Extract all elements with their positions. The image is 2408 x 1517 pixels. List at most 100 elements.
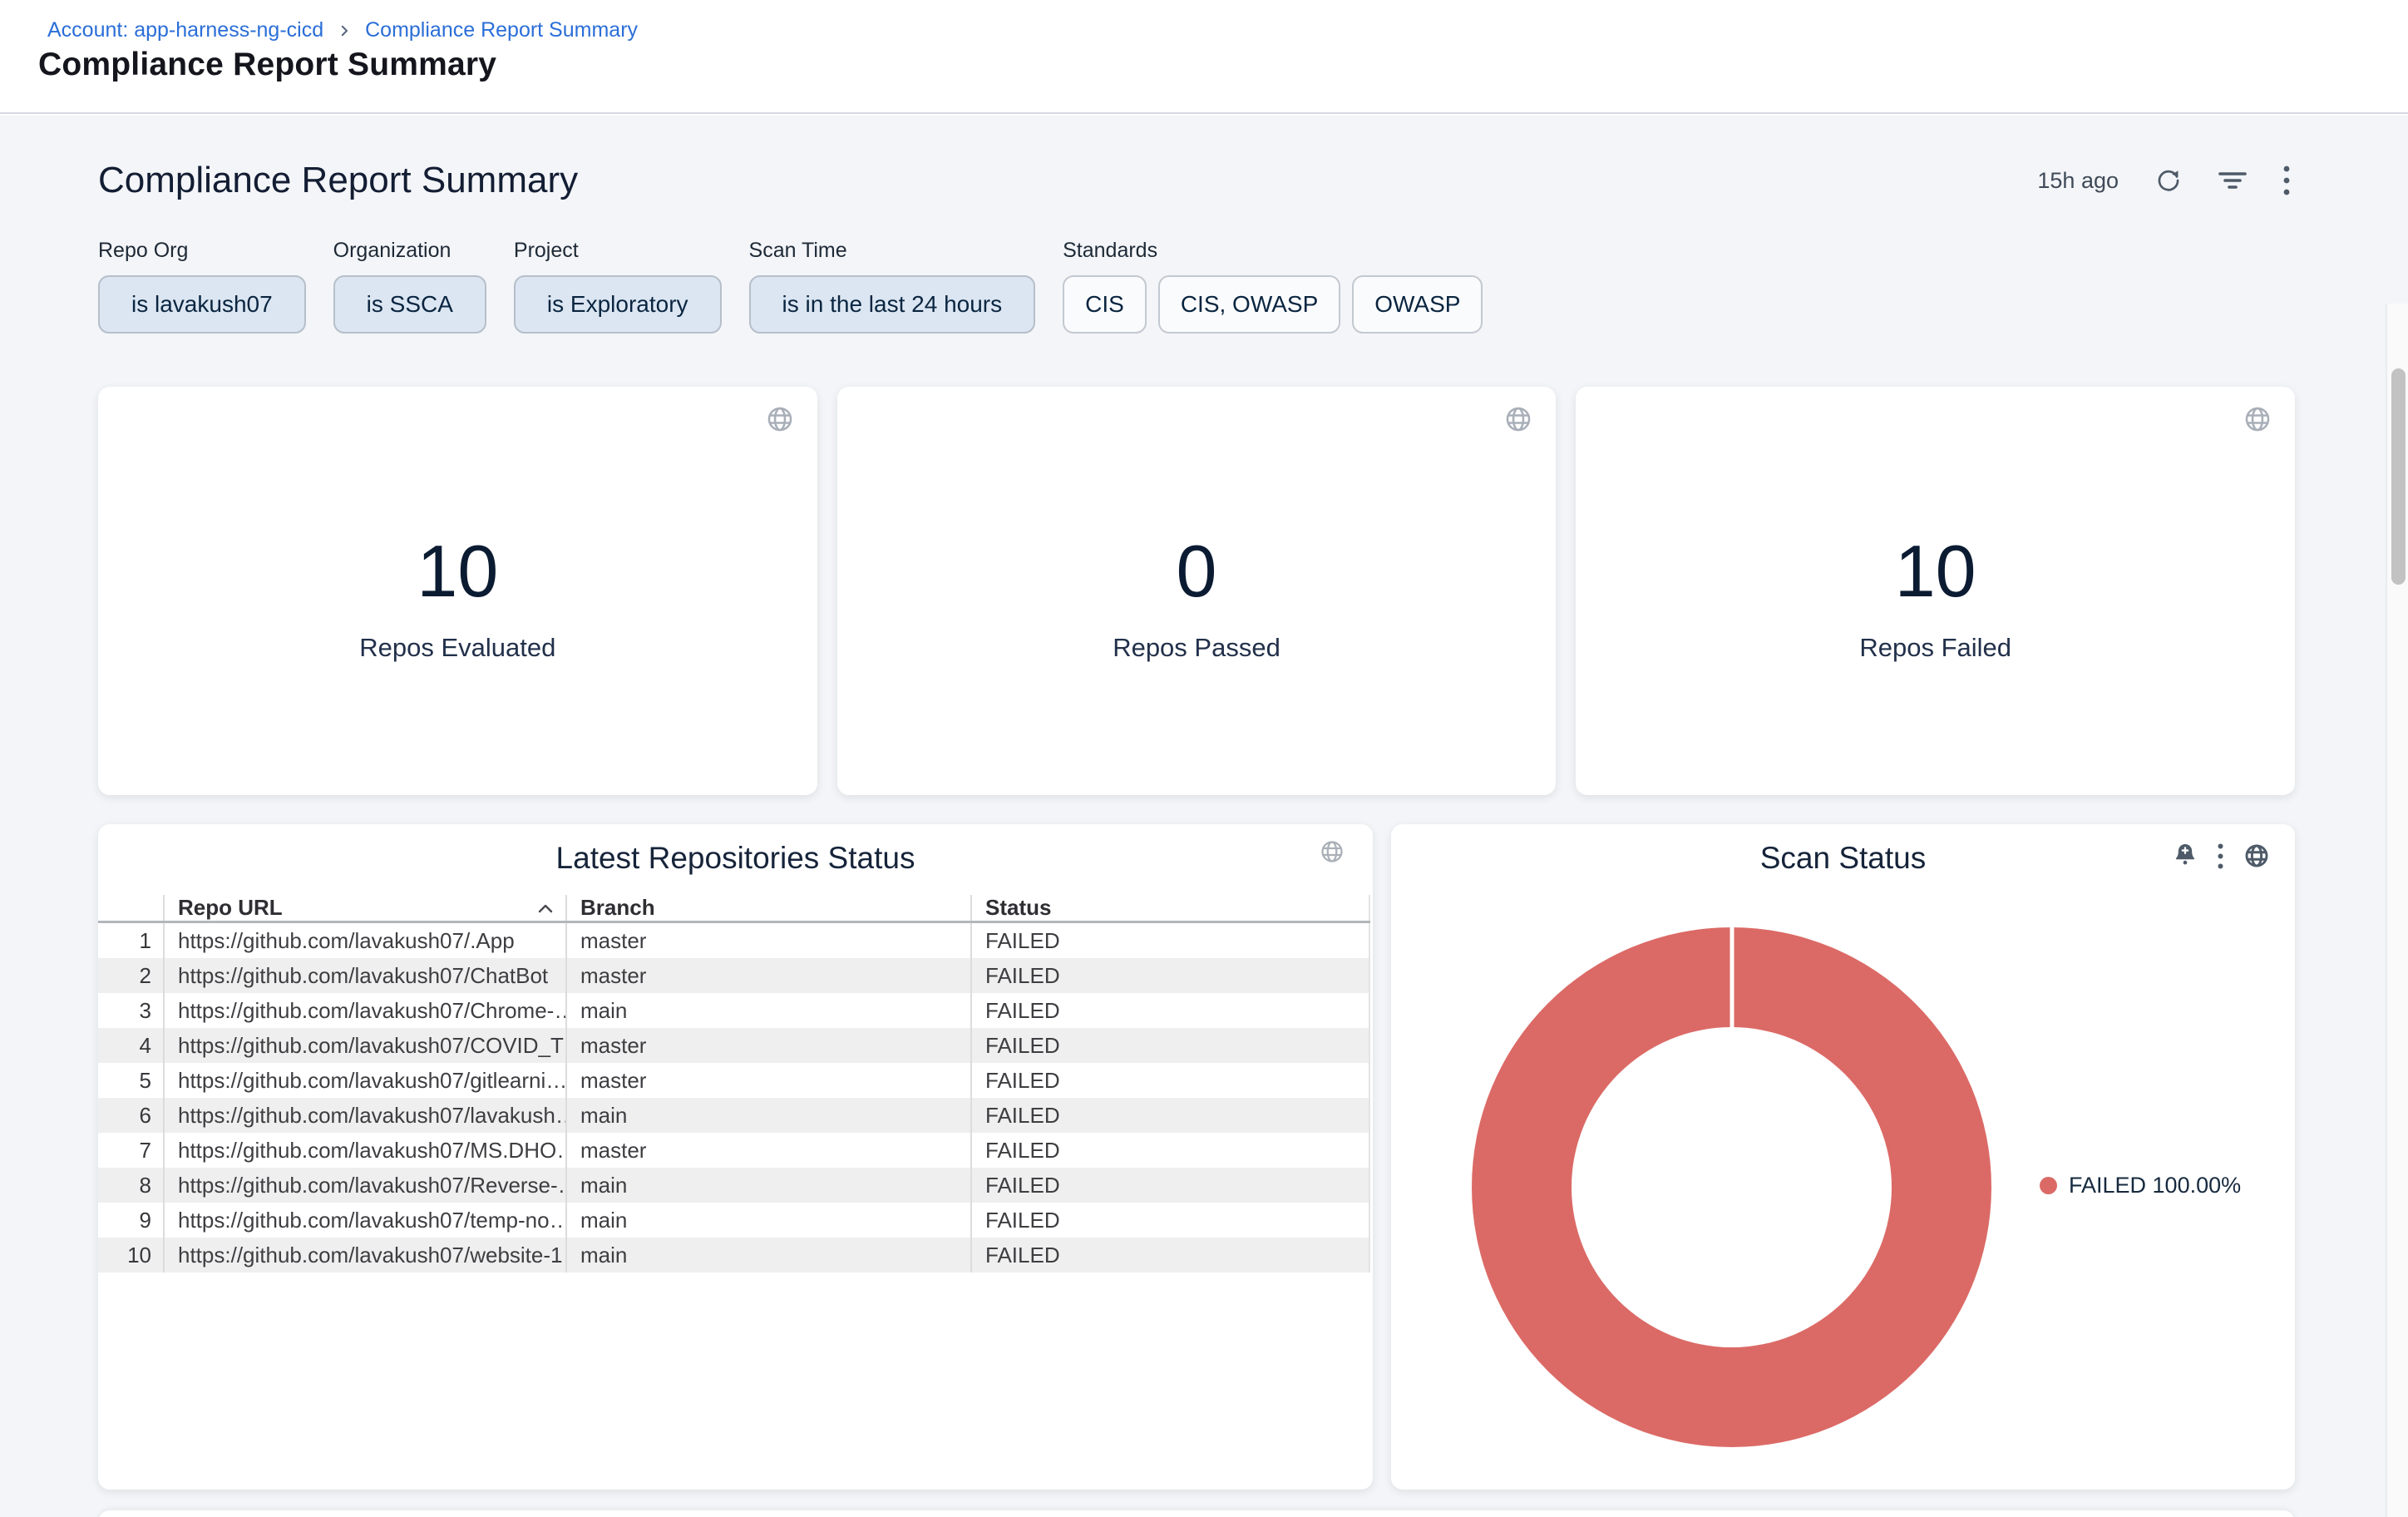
branch-cell: main — [565, 1168, 970, 1203]
column-header-branch[interactable]: Branch — [565, 895, 970, 921]
stat-card-repos-evaluated: 10 Repos Evaluated — [98, 387, 817, 795]
filter-project: Project is Exploratory — [514, 239, 722, 334]
compliance-report-page: Account: app-harness-ng-cicd Compliance … — [0, 0, 2408, 1517]
column-header-repo-url[interactable]: Repo URL — [163, 895, 565, 921]
filter-label: Scan Time — [749, 239, 1036, 263]
standards-option-owasp[interactable]: OWASP — [1352, 275, 1483, 334]
refresh-icon[interactable] — [2155, 167, 2182, 194]
row-number: 2 — [98, 963, 163, 989]
status-cell: FAILED — [970, 1028, 1370, 1063]
kebab-menu-icon[interactable] — [2218, 843, 2223, 869]
status-cell: FAILED — [970, 1238, 1370, 1272]
scrollbar-thumb[interactable] — [2391, 368, 2406, 585]
repo-url-cell: https://github.com/lavakush07/Reverse-… — [163, 1168, 565, 1203]
row-number: 4 — [98, 1033, 163, 1059]
legend-failed-label: FAILED 100.00% — [2069, 1173, 2241, 1198]
standards-option-cis-owasp[interactable]: CIS, OWASP — [1158, 275, 1340, 334]
filter-chip-project[interactable]: is Exploratory — [514, 275, 722, 334]
latest-repositories-title: Latest Repositories Status — [98, 841, 1373, 876]
stat-card-repos-passed: 0 Repos Passed — [837, 387, 1557, 795]
column-label: Repo URL — [178, 895, 283, 921]
table-row: 10 https://github.com/lavakush07/website… — [98, 1238, 1370, 1272]
row-number: 7 — [98, 1138, 163, 1164]
stats-row: 10 Repos Evaluated 0 Repos Passed — [98, 387, 2295, 795]
globe-icon[interactable] — [2243, 843, 2270, 869]
last-refreshed-label: 15h ago — [2037, 168, 2119, 194]
row-number: 5 — [98, 1068, 163, 1094]
scan-card-actions — [2173, 843, 2270, 869]
status-cell: FAILED — [970, 1098, 1370, 1133]
stat-label: Repos Evaluated — [359, 633, 555, 663]
repo-url-cell: https://github.com/lavakush07/COVID_T… — [163, 1028, 565, 1063]
stat-label: Repos Failed — [1859, 633, 2011, 663]
status-cell: FAILED — [970, 1133, 1370, 1168]
row-number: 8 — [98, 1173, 163, 1198]
status-cell: FAILED — [970, 993, 1370, 1028]
globe-icon[interactable] — [766, 405, 794, 433]
filter-icon[interactable] — [2218, 169, 2247, 192]
latest-repositories-card: Latest Repositories Status Repo URL — [98, 824, 1373, 1490]
table-row: 1 https://github.com/lavakush07/.App mas… — [98, 923, 1370, 958]
filter-label: Repo Org — [98, 239, 306, 263]
breadcrumb-account-link[interactable]: Account: app-harness-ng-cicd — [47, 18, 323, 42]
row-number: 1 — [98, 928, 163, 954]
dashboard-header: Compliance Report Summary 15h ago — [98, 154, 2295, 207]
filter-standards: Standards CIS CIS, OWASP OWASP — [1063, 239, 1483, 334]
kebab-menu-icon[interactable] — [2283, 166, 2290, 195]
table-header-row: Repo URL Branch Status — [98, 895, 1370, 923]
branch-cell: master — [565, 1063, 970, 1098]
repo-url-cell: https://github.com/lavakush07/website-1 — [163, 1238, 565, 1272]
filter-chip-scan-time[interactable]: is in the last 24 hours — [749, 275, 1036, 334]
dashboard-meta: 15h ago — [2037, 166, 2295, 195]
chart-legend[interactable]: FAILED 100.00% — [2040, 1173, 2241, 1198]
scan-status-card: Scan Status — [1391, 824, 2295, 1490]
branch-cell: master — [565, 1028, 970, 1063]
table-row: 6 https://github.com/lavakush07/lavakush… — [98, 1098, 1370, 1133]
repo-url-cell: https://github.com/lavakush07/temp-no… — [163, 1203, 565, 1238]
row-number: 9 — [98, 1208, 163, 1233]
filter-chip-organization[interactable]: is SSCA — [333, 275, 486, 334]
bell-plus-icon[interactable] — [2173, 843, 2198, 869]
scan-status-donut-chart[interactable] — [1472, 927, 1991, 1447]
standards-option-cis[interactable]: CIS — [1063, 275, 1147, 334]
filter-label: Project — [514, 239, 722, 263]
stat-value: 0 — [1177, 535, 1217, 608]
filter-chip-repo-org[interactable]: is lavakush07 — [98, 275, 306, 334]
row-number: 3 — [98, 998, 163, 1024]
table-row: 8 https://github.com/lavakush07/Reverse-… — [98, 1168, 1370, 1203]
branch-cell: master — [565, 1133, 970, 1168]
repositories-table: Repo URL Branch Status 1 https://github.… — [98, 895, 1370, 1272]
table-row: 3 https://github.com/lavakush07/Chrome-…… — [98, 993, 1370, 1028]
donut-hole — [1572, 1027, 1892, 1347]
app-header: Account: app-harness-ng-cicd Compliance … — [0, 0, 2408, 114]
globe-icon[interactable] — [2243, 405, 2272, 433]
chevron-right-icon — [337, 23, 352, 38]
globe-icon[interactable] — [1504, 405, 1532, 433]
filters-row: Repo Org is lavakush07 Organization is S… — [98, 239, 1483, 334]
repo-url-cell: https://github.com/lavakush07/gitlearni… — [163, 1063, 565, 1098]
row-number: 10 — [98, 1243, 163, 1268]
stat-label: Repos Passed — [1113, 633, 1280, 663]
breadcrumb-page-link[interactable]: Compliance Report Summary — [365, 18, 638, 42]
globe-icon[interactable] — [1320, 839, 1345, 864]
branch-cell: main — [565, 993, 970, 1028]
column-header-status[interactable]: Status — [970, 895, 1370, 921]
dashboard-title: Compliance Report Summary — [98, 160, 578, 201]
dashboard-area: Compliance Report Summary 15h ago — [0, 116, 2408, 1517]
filter-label: Organization — [333, 239, 486, 263]
status-cell: FAILED — [970, 1063, 1370, 1098]
status-cell: FAILED — [970, 1168, 1370, 1203]
legend-failed-swatch — [2040, 1177, 2057, 1194]
repo-url-cell: https://github.com/lavakush07/ChatBot — [163, 958, 565, 993]
filter-scan-time: Scan Time is in the last 24 hours — [749, 239, 1036, 334]
filter-organization: Organization is SSCA — [333, 239, 486, 334]
repo-url-cell: https://github.com/lavakush07/.App — [163, 923, 565, 958]
stat-value: 10 — [417, 535, 498, 608]
stat-value: 10 — [1895, 535, 1976, 608]
scrollbar-track[interactable] — [2386, 304, 2408, 1517]
repo-url-cell: https://github.com/lavakush07/MS.DHO… — [163, 1133, 565, 1168]
bottom-row: Latest Repositories Status Repo URL — [98, 824, 2295, 1490]
next-card-peek — [98, 1510, 2295, 1517]
branch-cell: main — [565, 1203, 970, 1238]
scan-status-title: Scan Status — [1391, 841, 2295, 876]
